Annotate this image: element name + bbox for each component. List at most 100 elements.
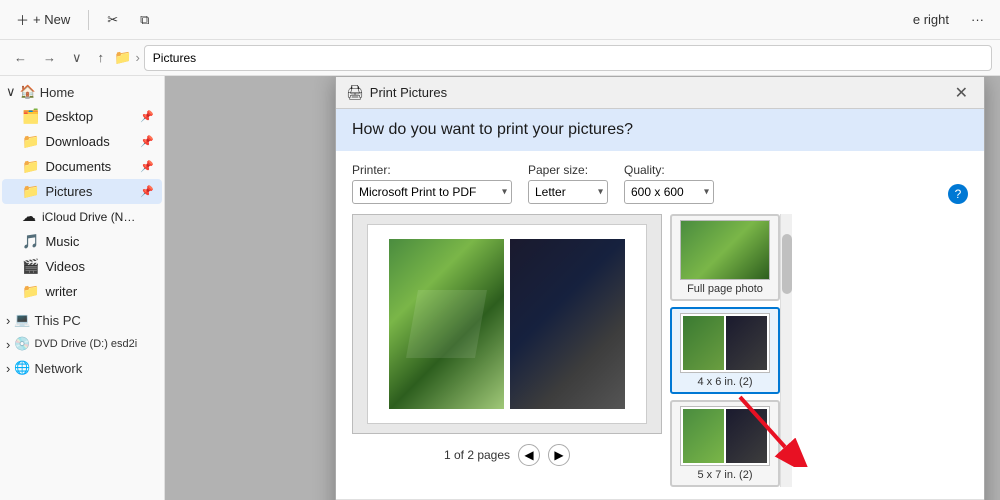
- sidebar-item-pictures[interactable]: 📁 Pictures 📌: [2, 179, 162, 204]
- full-page-label: Full page photo: [687, 283, 763, 295]
- printer-field-group: Printer: Microsoft Print to PDF: [352, 163, 512, 204]
- layout-scrollbar[interactable]: [780, 214, 792, 487]
- layout-options: Full page photo: [670, 214, 780, 487]
- preview-canvas: [352, 214, 662, 434]
- dark-photo: [510, 239, 625, 409]
- sidebar-item-desktop[interactable]: 🗂️ Desktop 📌: [2, 104, 162, 129]
- pin-icon-desktop: 📌: [140, 110, 154, 123]
- printer-options-row: Printer: Microsoft Print to PDF Paper si…: [352, 163, 968, 204]
- next-page-button[interactable]: ▶: [548, 444, 570, 466]
- sidebar-item-documents[interactable]: 📁 Documents 📌: [2, 154, 162, 179]
- printer-icon: 🖨: [346, 84, 364, 101]
- quality-label: Quality:: [624, 163, 714, 177]
- quality-field-group: Quality: 600 x 600: [624, 163, 714, 204]
- 5x7-preview: [681, 407, 769, 465]
- 4x6-label: 4 x 6 in. (2): [697, 376, 752, 388]
- computer-icon: 💻: [14, 312, 30, 328]
- main-file-area: 🖨 Print Pictures ✕ How do you want to pr…: [165, 76, 1000, 500]
- dialog-close-button[interactable]: ✕: [949, 81, 974, 105]
- explorer-toolbar: ＋ + New ✂ ⧉ e right ···: [0, 0, 1000, 40]
- dialog-header: How do you want to print your pictures?: [336, 109, 984, 151]
- layout-scroll: Full page photo: [670, 214, 792, 487]
- breadcrumb-arrow: ›: [135, 50, 139, 65]
- layout-option-full-page[interactable]: Full page photo: [670, 214, 780, 301]
- sidebar-section-thispc[interactable]: › 💻 This PC: [0, 308, 164, 332]
- full-page-preview: [681, 221, 769, 279]
- layout-option-5x7[interactable]: 5 x 7 in. (2): [670, 400, 780, 487]
- sidebar: ∨ 🏠 Home 🗂️ Desktop 📌 📁 Downloads 📌 📁 Do…: [0, 76, 165, 500]
- down-button[interactable]: ∨: [66, 46, 88, 70]
- scrollbar-thumb: [782, 234, 792, 294]
- mini-photo-3: [683, 409, 724, 463]
- printer-select[interactable]: Microsoft Print to PDF: [352, 180, 512, 204]
- downloads-folder-icon: 📁: [22, 133, 39, 150]
- sidebar-section-home[interactable]: ∨ 🏠 Home: [0, 80, 164, 104]
- print-pictures-dialog: 🖨 Print Pictures ✕ How do you want to pr…: [335, 76, 985, 500]
- mini-photo-1: [683, 316, 724, 370]
- folder-icon: 📁: [114, 49, 131, 66]
- chevron-right-icon3: ›: [6, 361, 10, 376]
- plus-icon: ＋: [16, 10, 29, 29]
- 4x6-preview: [681, 314, 769, 372]
- quality-select-wrapper: 600 x 600: [624, 180, 714, 204]
- pin-icon-downloads: 📌: [140, 135, 154, 148]
- photo-right: [510, 239, 625, 409]
- cut-button[interactable]: ✂: [99, 8, 126, 32]
- pin-icon-documents: 📌: [140, 160, 154, 173]
- 5x7-label: 5 x 7 in. (2): [697, 469, 752, 481]
- writer-folder-icon: 📁: [22, 283, 39, 300]
- sidebar-item-downloads[interactable]: 📁 Downloads 📌: [2, 129, 162, 154]
- chevron-down-icon: ∨: [6, 84, 16, 100]
- right-label-button[interactable]: e right: [905, 8, 957, 31]
- home-icon: 🏠: [20, 84, 36, 100]
- help-button[interactable]: ?: [948, 184, 968, 204]
- paper-size-label: Paper size:: [528, 163, 608, 177]
- sidebar-item-music[interactable]: 🎵 Music: [2, 229, 162, 254]
- sidebar-section-dvd[interactable]: › 💿 DVD Drive (D:) esd2i: [0, 332, 164, 356]
- copy-button[interactable]: ⧉: [132, 8, 157, 32]
- sidebar-item-videos[interactable]: 🎬 Videos: [2, 254, 162, 279]
- layout-option-4x6[interactable]: 4 x 6 in. (2): [670, 307, 780, 394]
- paper-size-field-group: Paper size: Letter: [528, 163, 608, 204]
- network-icon: 🌐: [14, 360, 30, 376]
- dvd-icon: 💿: [14, 336, 30, 352]
- mini-photo-4: [726, 409, 767, 463]
- videos-icon: 🎬: [22, 258, 39, 275]
- back-button[interactable]: ←: [8, 46, 33, 69]
- documents-folder-icon: 📁: [22, 158, 39, 175]
- preview-section: 1 of 2 pages ◀ ▶: [352, 214, 968, 487]
- paper-size-select[interactable]: Letter: [528, 180, 608, 204]
- new-button[interactable]: ＋ + New: [8, 6, 78, 33]
- icloud-icon: ☁: [22, 208, 36, 225]
- mini-photo-2: [726, 316, 767, 370]
- address-bar[interactable]: [144, 45, 992, 71]
- layout-thumb-4x6: [680, 313, 770, 373]
- green-photo: [389, 239, 504, 409]
- chevron-right-icon2: ›: [6, 337, 10, 352]
- layout-thumb-5x7: [680, 406, 770, 466]
- nav-bar: ← → ∨ ↑ 📁 ›: [0, 40, 1000, 76]
- music-icon: 🎵: [22, 233, 39, 250]
- paper-size-select-wrapper: Letter: [528, 180, 608, 204]
- chevron-right-icon: ›: [6, 313, 10, 328]
- more-button[interactable]: ···: [963, 8, 992, 31]
- preview-page: [367, 224, 647, 424]
- printer-label: Printer:: [352, 163, 512, 177]
- explorer-window: ＋ + New ✂ ⧉ e right ··· ← → ∨ ↑ 📁 ›: [0, 0, 1000, 500]
- forward-button[interactable]: →: [37, 46, 62, 69]
- dialog-title-text: 🖨 Print Pictures: [346, 84, 447, 101]
- dialog-body: Printer: Microsoft Print to PDF Paper si…: [336, 151, 984, 499]
- pagination-row: 1 of 2 pages ◀ ▶: [352, 444, 662, 466]
- pin-icon-pictures: 📌: [140, 185, 154, 198]
- sidebar-item-icloud[interactable]: ☁ iCloud Drive (N…: [2, 204, 162, 229]
- photo-left: [389, 239, 504, 409]
- content-area: ∨ 🏠 Home 🗂️ Desktop 📌 📁 Downloads 📌 📁 Do…: [0, 76, 1000, 500]
- pictures-folder-icon: 📁: [22, 183, 39, 200]
- sidebar-section-network[interactable]: › 🌐 Network: [0, 356, 164, 380]
- sidebar-item-writer[interactable]: 📁 writer: [2, 279, 162, 304]
- prev-page-button[interactable]: ◀: [518, 444, 540, 466]
- quality-select[interactable]: 600 x 600: [624, 180, 714, 204]
- layout-thumb-full-page: [680, 220, 770, 280]
- up-button[interactable]: ↑: [92, 46, 111, 69]
- page-info: 1 of 2 pages: [444, 448, 510, 462]
